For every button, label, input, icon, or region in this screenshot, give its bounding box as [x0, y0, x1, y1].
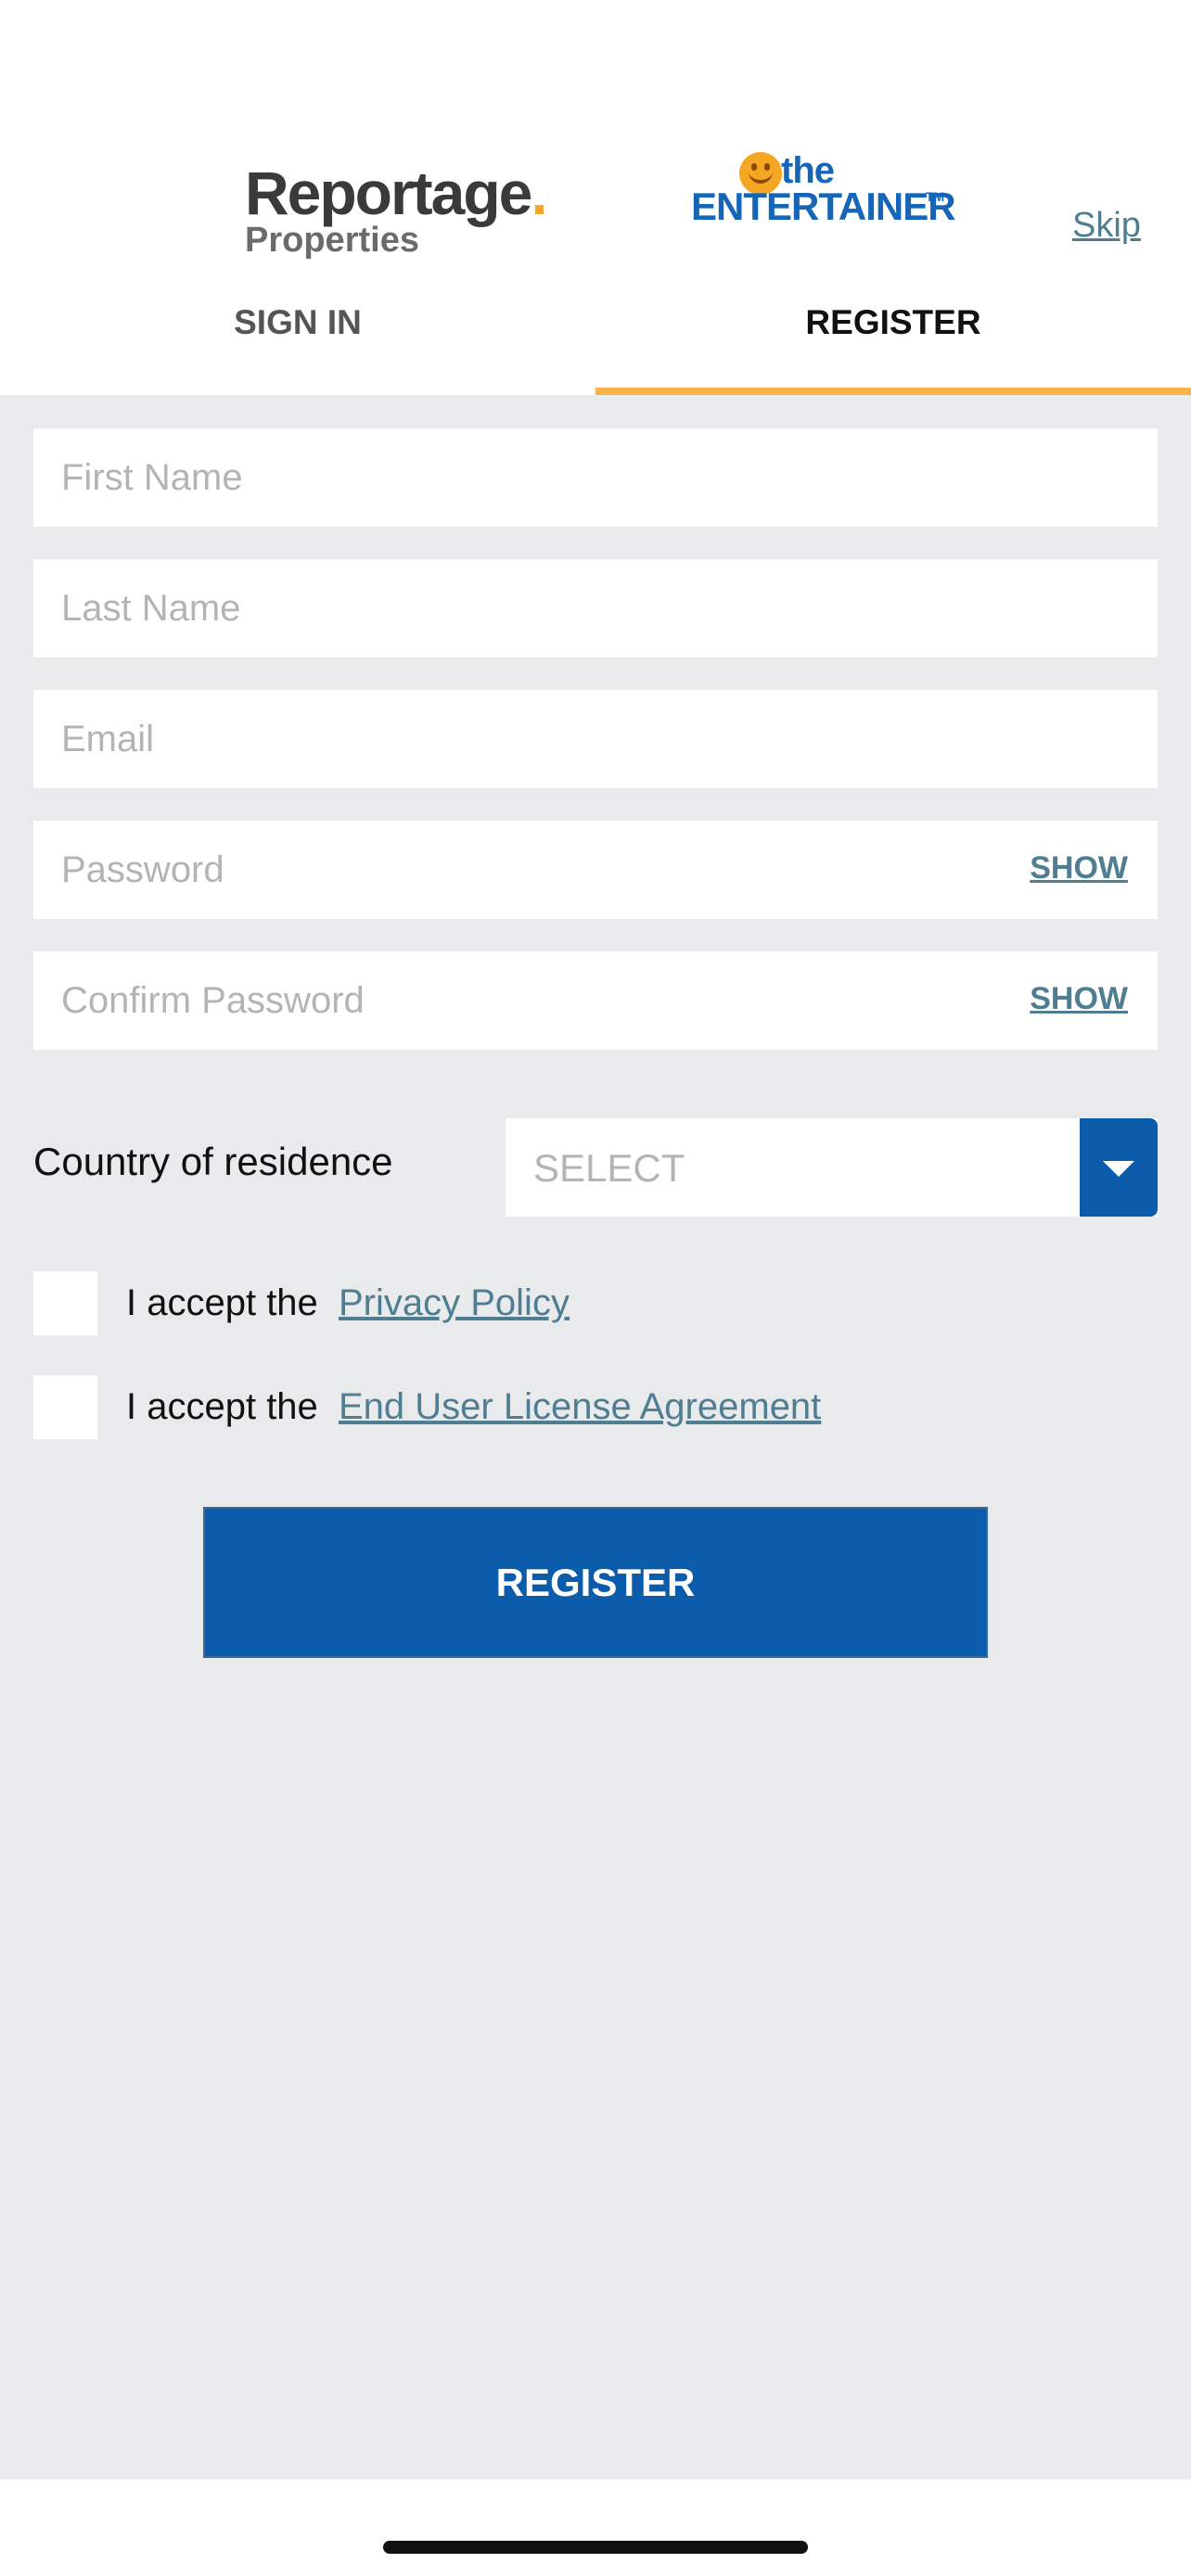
reportage-logo-main: Reportage — [245, 159, 532, 227]
privacy-policy-prefix: I accept the — [126, 1282, 318, 1323]
confirm-password-show-toggle[interactable]: SHOW — [1030, 981, 1128, 1017]
entertainer-logo: the ENTERTAINER TM — [691, 150, 956, 234]
email-input[interactable] — [33, 690, 1158, 788]
last-name-field — [33, 559, 1158, 657]
privacy-policy-link[interactable]: Privacy Policy — [339, 1282, 570, 1324]
register-button[interactable]: REGISTER — [203, 1507, 988, 1658]
reportage-logo-sub: Properties — [245, 221, 419, 260]
entertainer-logo-tm: TM — [926, 189, 945, 204]
tab-register-label: REGISTER — [805, 303, 981, 341]
password-show-toggle[interactable]: SHOW — [1030, 850, 1128, 886]
confirm-password-input[interactable] — [33, 951, 1158, 1050]
register-form: SHOW SHOW Country of residence SELECT I … — [0, 395, 1191, 2480]
country-select[interactable]: SELECT — [506, 1118, 1158, 1217]
active-tab-indicator — [596, 388, 1191, 395]
country-select-button[interactable] — [1080, 1118, 1158, 1217]
first-name-input[interactable] — [33, 428, 1158, 527]
eula-checkbox[interactable] — [33, 1375, 97, 1439]
password-input[interactable] — [33, 821, 1158, 919]
privacy-policy-row: I accept the Privacy Policy — [33, 1271, 961, 1336]
eula-row: I accept the End User License Agreement — [33, 1375, 1054, 1440]
email-field — [33, 690, 1158, 788]
skip-link[interactable]: Skip — [1072, 206, 1141, 246]
last-name-input[interactable] — [33, 559, 1158, 657]
home-indicator[interactable] — [383, 2541, 808, 2554]
first-name-field — [33, 428, 1158, 527]
eula-prefix: I accept the — [126, 1386, 318, 1427]
country-select-value: SELECT — [533, 1146, 685, 1190]
country-label: Country of residence — [33, 1140, 393, 1183]
tab-sign-in-label: SIGN IN — [234, 303, 362, 341]
privacy-policy-checkbox[interactable] — [33, 1271, 97, 1335]
header: Reportage. Properties the ENTERTAINER TM… — [0, 0, 1191, 395]
eula-link[interactable]: End User License Agreement — [339, 1386, 821, 1428]
reportage-logo: Reportage. Properties — [245, 159, 548, 260]
entertainer-logo-main: ENTERTAINER — [691, 185, 956, 228]
reportage-logo-dot: . — [531, 159, 547, 227]
tab-sign-in[interactable]: SIGN IN — [0, 292, 596, 395]
tab-register[interactable]: REGISTER — [596, 292, 1191, 395]
confirm-password-field: SHOW — [33, 951, 1158, 1050]
bottom-bar — [0, 2480, 1191, 2576]
password-field: SHOW — [33, 821, 1158, 919]
auth-tabs: SIGN IN REGISTER — [0, 292, 1191, 395]
chevron-down-icon — [1103, 1161, 1134, 1177]
